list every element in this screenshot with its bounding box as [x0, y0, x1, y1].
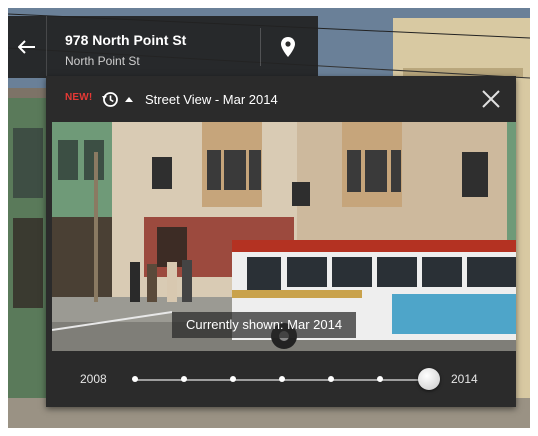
slider-tick[interactable] — [377, 376, 383, 382]
currently-shown-label: Currently shown: Mar 2014 — [172, 312, 357, 338]
slider-tick[interactable] — [279, 376, 285, 382]
address-title: 978 North Point St — [65, 32, 187, 48]
divider — [260, 28, 261, 66]
date-slider: 2008 2014 — [46, 351, 516, 407]
arrow-left-icon — [18, 40, 35, 54]
slider-tick[interactable] — [132, 376, 138, 382]
slider-start-year: 2008 — [80, 372, 107, 386]
street-view-preview[interactable]: Currently shown: Mar 2014 — [52, 122, 516, 351]
slider-end-year: 2014 — [451, 372, 478, 386]
time-machine-panel: NEW! Street View - Mar 2014 Currently sh… — [46, 76, 516, 407]
address-panel: 978 North Point St North Point St — [8, 16, 318, 78]
slider-tick[interactable] — [328, 376, 334, 382]
new-badge: NEW! — [65, 92, 93, 103]
address-subtitle: North Point St — [65, 54, 140, 68]
slider-tick[interactable] — [230, 376, 236, 382]
close-icon[interactable] — [478, 86, 504, 112]
panel-header: NEW! Street View - Mar 2014 — [46, 76, 516, 122]
location-pin-button[interactable] — [270, 28, 306, 66]
divider — [46, 16, 47, 78]
back-button[interactable] — [8, 16, 46, 78]
history-icon[interactable] — [101, 90, 119, 108]
location-pin-icon — [281, 37, 295, 57]
slider-tick[interactable] — [181, 376, 187, 382]
panel-title: Street View - Mar 2014 — [145, 92, 278, 107]
slider-handle[interactable] — [418, 368, 440, 390]
caret-up-icon[interactable] — [125, 97, 133, 102]
